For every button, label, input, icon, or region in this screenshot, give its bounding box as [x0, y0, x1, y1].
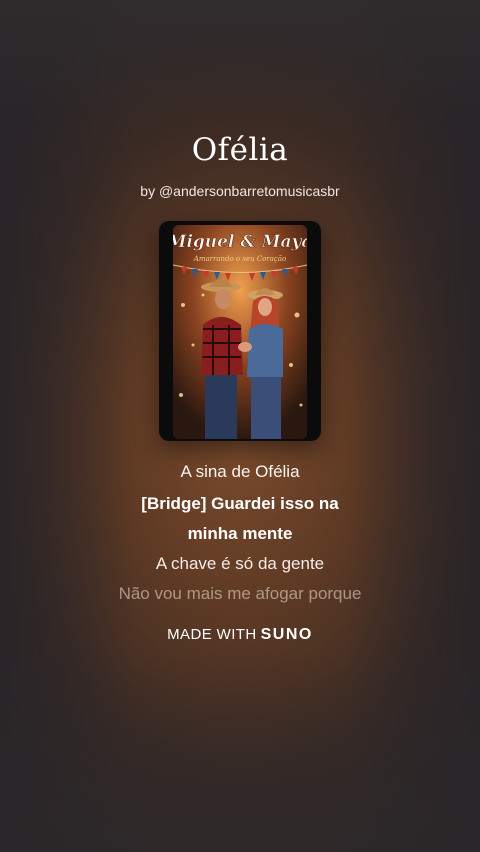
- cover-artwork: Miguel & Maya Amarrando o seu Coração: [173, 225, 307, 439]
- top-fade: [0, 0, 480, 120]
- cover-illustration: Miguel & Maya Amarrando o seu Coração: [173, 225, 307, 439]
- lyric-line-past: A sina de Ofélia: [180, 462, 300, 481]
- lyric-line-upcoming: Não vou mais me afogar porque: [118, 584, 362, 603]
- lyric-line-current-continued: minha mente: [187, 524, 293, 543]
- lyric-line-next: A chave é só da gente: [155, 554, 325, 573]
- song-title: Ofélia: [191, 132, 289, 168]
- suno-brand: SUNO: [260, 626, 313, 643]
- cover-title-text: Miguel & Maya: [173, 232, 307, 252]
- made-with-label: MADE WITH: [167, 626, 257, 643]
- made-with-suno[interactable]: MADE WITH SUNO: [0, 626, 480, 644]
- lyric-line-current: [Bridge] Guardei isso na: [141, 494, 339, 513]
- album-cover: Miguel & Maya Amarrando o seu Coração: [159, 221, 321, 441]
- cover-subtitle-text: Amarrando o seu Coração: [193, 255, 286, 263]
- artist-byline[interactable]: by @andersonbarretomusicasbr: [0, 183, 480, 199]
- bottom-fade: [0, 652, 480, 852]
